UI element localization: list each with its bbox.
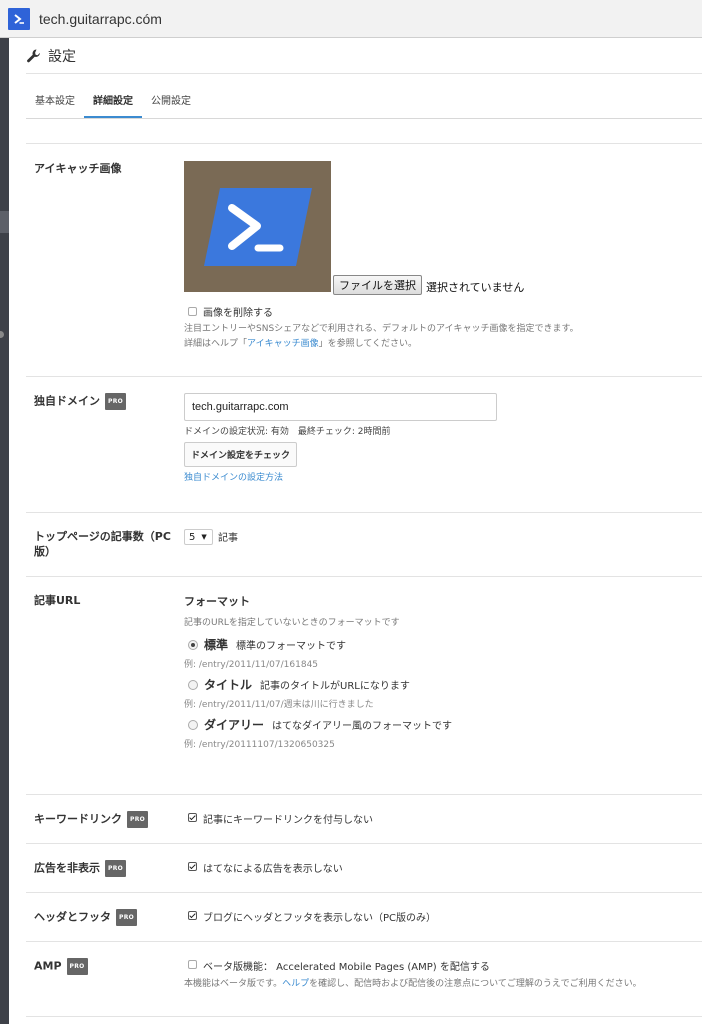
amp-option: ベータ版機能： Accelerated Mobile Pages (AMP) を… xyxy=(203,962,490,973)
domain-label: 独自ドメイン PRO xyxy=(26,393,184,512)
eyecatch-help: 注目エントリーやSNSシェアなどで利用される、デフォルトのアイキャッチ画像を指定… xyxy=(184,322,702,352)
domain-howto-link[interactable]: 独自ドメインの設定方法 xyxy=(184,471,702,486)
article-count-value: 5 xyxy=(189,531,196,543)
format-example: 例: /entry/20111107/1320650325 xyxy=(184,740,335,750)
format-example: 例: /entry/2011/11/07/週末は川に行きました xyxy=(184,700,374,710)
eyecatch-help-link[interactable]: アイキャッチ画像 xyxy=(247,339,319,349)
delete-image-label: 画像を削除する xyxy=(203,308,273,319)
article-count-select[interactable]: 5 ▼ xyxy=(184,529,213,545)
radio-diary[interactable] xyxy=(188,719,198,730)
domain-row: 独自ドメイン PRO tech.guitarrapc.com ドメインの設定状況:… xyxy=(26,376,702,512)
site-title: tech.guitarrapc.cóm xyxy=(39,10,162,27)
left-sidebar xyxy=(0,38,9,1024)
pro-badge: PRO xyxy=(105,860,127,877)
amp-note-suffix: を確認し、配信時および配信後の注意点についてご理解のうえでご利用ください。 xyxy=(309,979,642,989)
header-footer-row: ヘッダとフッタ PRO ブログにヘッダとフッタを表示しない（PC版のみ） xyxy=(26,892,702,941)
settings-content: 設定 基本設定 詳細設定 公開設定 アイキャッチ画像 ファイルを選択 選択されて… xyxy=(26,38,702,1017)
domain-label-text: 独自ドメイン xyxy=(34,394,100,408)
top-count-row: トップページの記事数（PC版） 5 ▼ 記事 xyxy=(26,512,702,576)
url-row: 記事URL フォーマット 記事のURLを指定していないときのフォーマットです 標… xyxy=(26,576,702,794)
format-name: ダイアリー xyxy=(204,718,265,732)
header-footer-label-text: ヘッダとフッタ xyxy=(34,910,111,924)
amp-note-prefix: 本機能はベータ版です。 xyxy=(184,979,283,989)
radio-title[interactable] xyxy=(188,679,198,690)
header-footer-option: ブログにヘッダとフッタを表示しない（PC版のみ） xyxy=(203,913,437,924)
file-status: 選択されていません xyxy=(426,282,525,294)
ads-option: はてなによる広告を表示しない xyxy=(203,864,343,875)
eyecatch-row: アイキャッチ画像 ファイルを選択 選択されていません 画像を削除する 注目エント xyxy=(26,143,702,376)
keyword-label-text: キーワードリンク xyxy=(34,812,122,826)
amp-note: 本機能はベータ版です。ヘルプを確認し、配信時および配信後の注意点についてご理解の… xyxy=(184,977,702,992)
amp-label-text: AMP xyxy=(34,959,62,973)
article-unit: 記事 xyxy=(218,533,238,544)
eyecatch-image xyxy=(184,161,331,292)
format-desc: 記事のタイトルがURLになります xyxy=(260,681,410,692)
powershell-logo-icon xyxy=(8,7,30,30)
chevron-down-icon: ▼ xyxy=(201,533,207,541)
header-footer-label: ヘッダとフッタ PRO xyxy=(26,909,184,941)
page-header: 設定 xyxy=(26,38,702,74)
ads-row: 広告を非表示 PRO はてなによる広告を表示しない xyxy=(26,843,702,892)
format-example: 例: /entry/2011/11/07/161845 xyxy=(184,660,319,670)
eyecatch-label: アイキャッチ画像 xyxy=(34,162,122,175)
amp-help-link[interactable]: ヘルプ xyxy=(282,979,309,989)
amp-checkbox[interactable] xyxy=(188,960,197,969)
check-domain-button[interactable]: ドメイン設定をチェック xyxy=(184,442,298,467)
tab-basic[interactable]: 基本設定 xyxy=(26,92,84,118)
format-option-standard[interactable]: 標準 標準のフォーマットです xyxy=(184,636,702,653)
top-count-label: トップページの記事数（PC版） xyxy=(34,530,171,558)
header-footer-checkbox[interactable] xyxy=(188,911,197,920)
keyword-option: 記事にキーワードリンクを付与しない xyxy=(203,815,373,826)
amp-label: AMP PRO xyxy=(26,958,184,1016)
pro-badge: PRO xyxy=(116,909,138,926)
keyword-checkbox[interactable] xyxy=(188,813,197,822)
format-note: 記事のURLを指定していないときのフォーマットです xyxy=(184,618,400,628)
format-heading: フォーマット xyxy=(184,595,250,608)
delete-image-checkbox[interactable] xyxy=(188,307,197,316)
keyword-row: キーワードリンク PRO 記事にキーワードリンクを付与しない xyxy=(26,794,702,843)
pro-badge: PRO xyxy=(66,958,88,975)
format-option-title[interactable]: タイトル 記事のタイトルがURLになります xyxy=(184,676,702,693)
format-desc: 標準のフォーマットです xyxy=(236,641,347,652)
pro-badge: PRO xyxy=(105,393,127,410)
keyword-label: キーワードリンク PRO xyxy=(26,811,184,843)
sidebar-dot xyxy=(0,331,4,338)
tab-publish[interactable]: 公開設定 xyxy=(142,92,200,118)
choose-file-button[interactable]: ファイルを選択 xyxy=(333,275,422,295)
browser-titlebar: tech.guitarrapc.cóm xyxy=(0,0,702,38)
ads-label: 広告を非表示 PRO xyxy=(26,860,184,892)
pro-badge: PRO xyxy=(127,811,149,828)
format-option-diary[interactable]: ダイアリー はてなダイアリー風のフォーマットです xyxy=(184,716,702,733)
url-label: 記事URL xyxy=(34,594,81,607)
amp-row: AMP PRO ベータ版機能： Accelerated Mobile Pages … xyxy=(26,941,702,1017)
page-title: 設定 xyxy=(48,48,76,65)
help-prefix: 詳細はヘルプ「 xyxy=(184,339,248,349)
tab-advanced[interactable]: 詳細設定 xyxy=(84,92,142,118)
ads-label-text: 広告を非表示 xyxy=(34,861,100,875)
radio-standard[interactable] xyxy=(188,639,198,650)
ads-checkbox[interactable] xyxy=(188,862,197,871)
format-name: タイトル xyxy=(204,678,253,692)
domain-status: ドメインの設定状況: 有効 最終チェック: 2時間前 xyxy=(184,427,391,437)
sidebar-highlight[interactable] xyxy=(0,211,9,233)
powershell-image-icon xyxy=(203,187,312,266)
format-name: 標準 xyxy=(204,638,229,652)
domain-input[interactable]: tech.guitarrapc.com xyxy=(184,393,497,421)
format-desc: はてなダイアリー風のフォーマットです xyxy=(272,721,453,732)
help-suffix: 」を参照してください。 xyxy=(318,339,418,349)
eyecatch-help-text: 注目エントリーやSNSシェアなどで利用される、デフォルトのアイキャッチ画像を指定… xyxy=(184,324,579,334)
wrench-icon xyxy=(26,48,42,64)
settings-tabs: 基本設定 詳細設定 公開設定 xyxy=(26,84,702,119)
